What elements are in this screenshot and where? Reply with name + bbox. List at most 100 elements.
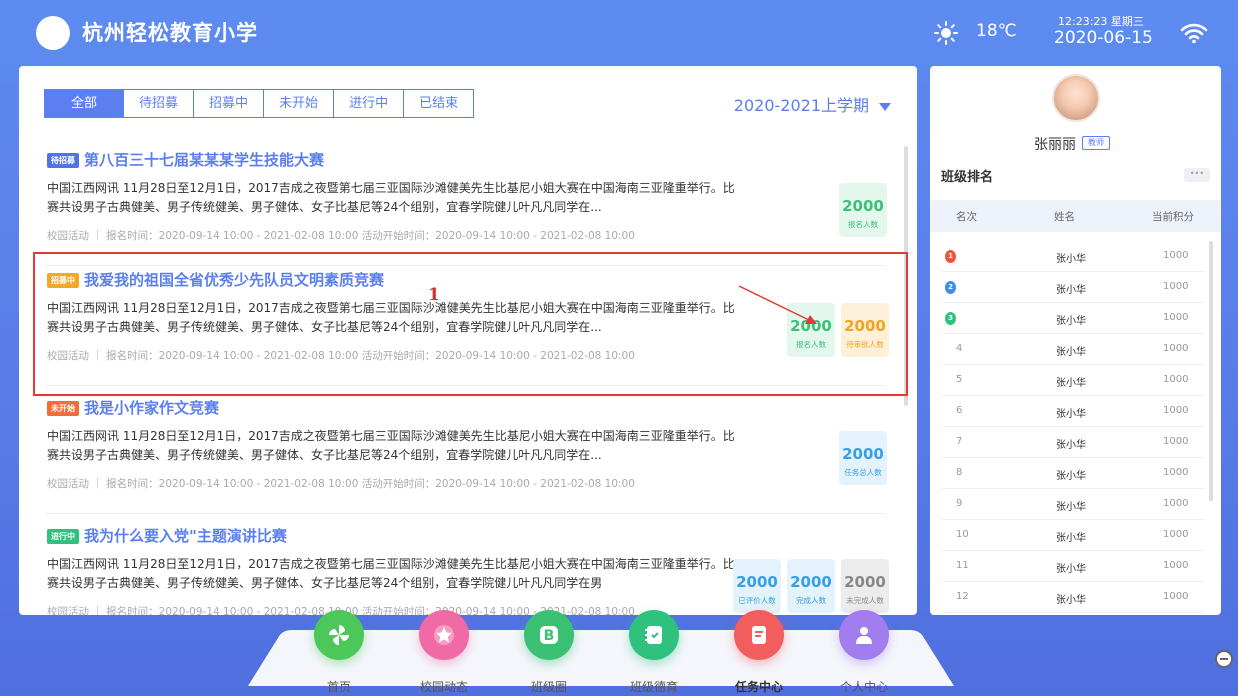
activity-title-text: 第八百三十七届某某某学生技能大赛: [84, 151, 325, 169]
ranking-row: 6 张小华 1000: [942, 396, 1204, 427]
activity-card[interactable]: 招募中 我爱我的祖国全省优秀少先队员文明素质竞赛 中国江西网讯 11月28日至12…: [45, 266, 889, 386]
status-badge: 招募中: [47, 273, 79, 288]
scrollbar[interactable]: [904, 146, 908, 406]
activity-meta: 校园活动 ｜ 报名时间：2020-09-14 10:00 - 2021-02-0…: [47, 230, 635, 242]
avatar[interactable]: [1052, 74, 1100, 122]
bottom-nav: 首页 校园动态 B 班级圈 班级德育 任务中心 个人中心: [248, 610, 954, 696]
document-icon: [747, 623, 771, 647]
clock-time: 12:23:23 星期三: [1058, 15, 1144, 28]
ranking-title: 班级排名: [941, 170, 994, 185]
activity-description: 中国江西网讯 11月28日至12月1日，2017吉成之夜暨第七届三亚国际沙滩健美…: [47, 181, 735, 214]
status-badge: 待招募: [47, 153, 79, 168]
nav-label: 班级圈: [530, 680, 567, 694]
chevron-down-icon: [879, 102, 891, 111]
student-score: 1000: [1163, 529, 1189, 540]
school-logo: [36, 16, 70, 50]
student-score: 1000: [1163, 405, 1189, 416]
nav-label: 班级德育: [629, 680, 678, 694]
tab-not-started[interactable]: 未开始: [263, 89, 335, 118]
tab-pending-recruit[interactable]: 待招募: [123, 89, 195, 118]
activity-title: 招募中 我爱我的祖国全省优秀少先队员文明素质竞赛: [47, 269, 384, 290]
activity-card[interactable]: 进行中 我为什么要入党"主题演讲比赛 中国江西网讯 11月28日至12月1日，20…: [45, 522, 889, 615]
column-score: 当前积分: [1152, 211, 1194, 223]
tab-recruiting[interactable]: 招募中: [193, 89, 265, 118]
stat-label: 报名人数: [848, 220, 878, 229]
tab-ended[interactable]: 已结束: [403, 89, 475, 118]
stat-label: 未完成人数: [846, 596, 884, 605]
student-name: 张小华: [1056, 440, 1086, 451]
clock-date: 2020-06-15: [1054, 28, 1153, 48]
ranking-row: 2 张小华 1000: [942, 272, 1204, 303]
rank-number: 9: [956, 498, 963, 509]
student-score: 1000: [1163, 436, 1189, 447]
nav-label: 个人中心: [839, 680, 888, 694]
tab-all[interactable]: 全部: [44, 89, 125, 118]
rank-number: 4: [956, 343, 963, 354]
svg-text:B: B: [544, 628, 555, 644]
ranking-header: 名次 姓名 当前积分: [930, 200, 1221, 232]
activity-card[interactable]: 待招募 第八百三十七届某某某学生技能大赛 中国江西网讯 11月28日至12月1日，…: [45, 146, 887, 266]
nav-item[interactable]: 校园动态: [404, 610, 484, 696]
pinwheel-icon: [327, 623, 351, 647]
nav-item[interactable]: 任务中心: [719, 610, 799, 696]
activity-description: 中国江西网讯 11月28日至12月1日，2017吉成之夜暨第七届三亚国际沙滩健美…: [47, 557, 735, 590]
nav-item[interactable]: 个人中心: [824, 610, 904, 696]
activity-description: 中国江西网讯 11月28日至12月1日，2017吉成之夜暨第七届三亚国际沙滩健美…: [47, 429, 735, 462]
student-score: 1000: [1163, 498, 1189, 509]
stat-completed-count: 2000 完成人数: [787, 559, 835, 613]
stat-incomplete-count: 2000 未完成人数: [841, 559, 889, 613]
activity-title-text: 我爱我的祖国全省优秀少先队员文明素质竞赛: [84, 271, 385, 289]
ranking-row: 12 张小华 1000: [942, 582, 1204, 613]
ranking-row: 3 张小华 1000: [942, 303, 1204, 334]
activity-title: 待招募 第八百三十七届某某某学生技能大赛: [47, 149, 324, 170]
nav-circle: [419, 610, 469, 660]
stat-value: 2000: [842, 197, 884, 215]
ranking-row: 8 张小华 1000: [942, 458, 1204, 489]
nav-item[interactable]: 首页: [299, 610, 379, 696]
stat-value: 2000: [736, 573, 778, 591]
student-name: 张小华: [1056, 533, 1086, 544]
sun-icon: [934, 21, 958, 45]
collapse-button[interactable]: [1215, 650, 1233, 668]
semester-label: 2020-2021上学期: [733, 96, 869, 115]
stat-signup-count: 2000 报名人数: [787, 303, 835, 357]
nav-item[interactable]: B 班级圈: [509, 610, 589, 696]
ranking-row: 4 张小华 1000: [942, 334, 1204, 365]
student-name: 张小华: [1056, 471, 1086, 482]
stat-value: 2000: [844, 317, 886, 335]
scrollbar[interactable]: [1209, 241, 1213, 501]
status-badge: 未开始: [47, 401, 79, 416]
stat-label: 待审批人数: [846, 340, 884, 349]
activity-card[interactable]: 未开始 我是小作家作文竞赛 中国江西网讯 11月28日至12月1日，2017吉成之…: [45, 394, 887, 514]
notebook-icon: [642, 623, 666, 647]
semester-select[interactable]: 2020-2021上学期: [734, 92, 891, 116]
nav-circle: [314, 610, 364, 660]
stat-evaluated-count: 2000 已评价人数: [733, 559, 781, 613]
student-name: 张小华: [1056, 285, 1086, 296]
rank-number: 11: [956, 560, 969, 571]
rank-number: 12: [956, 591, 969, 602]
letter-b-icon: B: [537, 623, 561, 647]
student-score: 1000: [1163, 560, 1189, 571]
teacher-name: 张丽丽: [1034, 137, 1076, 153]
student-name: 张小华: [1056, 564, 1086, 575]
more-button[interactable]: •••: [1184, 168, 1210, 182]
rank-number: 5: [956, 374, 963, 385]
nav-circle: B: [524, 610, 574, 660]
rank-number: 7: [956, 436, 963, 447]
student-score: 1000: [1163, 374, 1189, 385]
ranking-row: 5 张小华 1000: [942, 365, 1204, 396]
activity-title-text: 我为什么要入党"主题演讲比赛: [84, 527, 287, 545]
stat-signup-count: 2000 报名人数: [839, 183, 887, 237]
medal-icon: 3: [945, 312, 956, 325]
stat-value: 2000: [842, 445, 884, 463]
tab-in-progress[interactable]: 进行中: [333, 89, 405, 118]
student-score: 1000: [1163, 281, 1189, 292]
student-score: 1000: [1163, 312, 1189, 323]
stat-label: 已评价人数: [738, 596, 776, 605]
nav-item[interactable]: 班级德育: [614, 610, 694, 696]
status-badge: 进行中: [47, 529, 79, 544]
role-badge: 教师: [1082, 136, 1110, 150]
stat-pending-approval: 2000 待审批人数: [841, 303, 889, 357]
student-name: 张小华: [1056, 347, 1086, 358]
